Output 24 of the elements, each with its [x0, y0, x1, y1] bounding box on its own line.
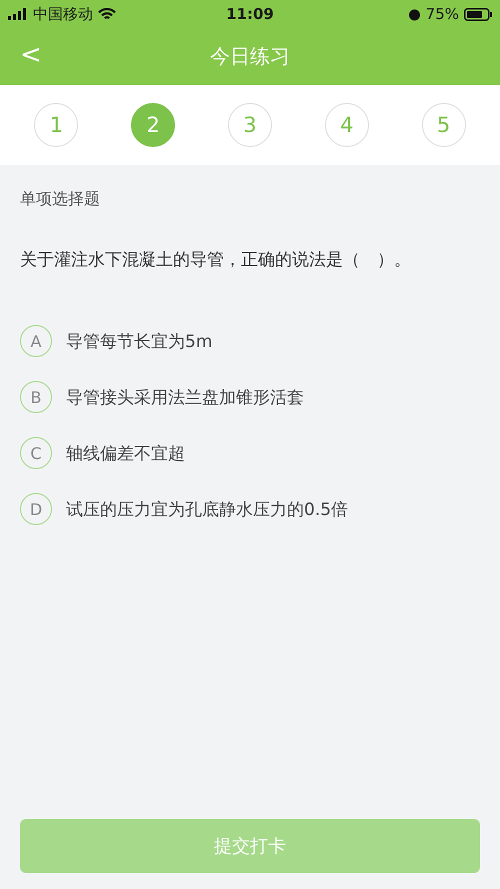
- signal-icon: [8, 8, 28, 20]
- wifi-icon: [98, 8, 116, 20]
- option-text[interactable]: 导管每节长宜为5m: [66, 330, 212, 352]
- question-text: 关于灌注水下混凝土的导管，正确的说法是（ ）。: [20, 249, 412, 271]
- back-button[interactable]: <: [14, 40, 48, 70]
- option-letter[interactable]: D: [20, 493, 52, 525]
- option-letter[interactable]: A: [20, 325, 52, 357]
- carrier-name: 中国移动: [33, 4, 93, 24]
- submit-button[interactable]: 提交打卡: [20, 819, 480, 873]
- option-letter[interactable]: C: [20, 437, 52, 469]
- battery-percent: 75%: [426, 5, 459, 23]
- question-step[interactable]: 1: [34, 103, 78, 147]
- option-text[interactable]: 试压的压力宜为孔底静水压力的0.5倍: [66, 498, 348, 520]
- question-type: 单项选择题: [20, 189, 101, 210]
- option-text[interactable]: 轴线偏差不宜超: [66, 442, 185, 464]
- option-letter[interactable]: B: [20, 381, 52, 413]
- page-title: 今日练习: [210, 43, 290, 70]
- question-step[interactable]: 5: [422, 103, 466, 147]
- clock-time: 11:09: [226, 5, 274, 23]
- question-step[interactable]: 2: [131, 103, 176, 147]
- question-step[interactable]: 3: [228, 103, 272, 147]
- question-step[interactable]: 4: [324, 103, 369, 147]
- option-text[interactable]: 导管接头采用法兰盘加锥形活套: [66, 386, 304, 408]
- battery-icon: [464, 8, 492, 20]
